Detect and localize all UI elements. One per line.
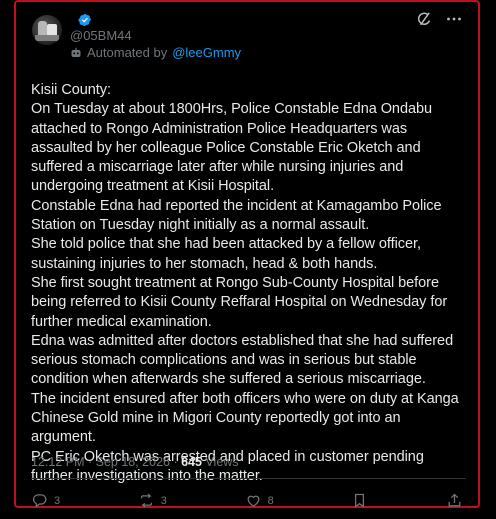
tweet-timestamp[interactable]: 12:12 PM · Sep 18, 2026 · — [31, 455, 181, 469]
avatar[interactable] — [32, 15, 62, 45]
reply-count: 3 — [54, 494, 61, 507]
like-button[interactable]: 8 — [245, 492, 274, 509]
author-handle[interactable]: @05BM44 — [70, 28, 132, 43]
divider — [31, 478, 466, 479]
display-name[interactable] — [70, 13, 72, 27]
bookmark-button[interactable] — [351, 492, 368, 509]
repost-icon — [140, 493, 152, 508]
reply-button[interactable]: 3 — [31, 492, 60, 509]
tweet-body: Kisii County: On Tuesday at about 1800Hr… — [31, 82, 459, 484]
header-actions — [416, 11, 462, 27]
automated-label: Automated by @leeGmmy — [70, 45, 241, 60]
bookmark-icon — [355, 493, 365, 508]
bot-icon — [71, 47, 81, 57]
like-icon — [247, 495, 260, 507]
verified-badge-icon — [78, 14, 91, 26]
automated-prefix: Automated by — [87, 45, 168, 60]
share-button[interactable] — [446, 492, 463, 509]
tweet-metadata: 12:12 PM · Sep 18, 2026 · 645 Views — [31, 455, 239, 469]
automated-by-link[interactable]: @leeGmmy — [172, 45, 241, 60]
repost-count: 3 — [160, 494, 167, 507]
more-icon[interactable] — [446, 11, 462, 27]
grok-icon[interactable] — [416, 11, 432, 27]
action-bar: 3 3 8 — [31, 492, 463, 509]
share-icon — [448, 493, 461, 507]
like-count: 8 — [267, 494, 274, 507]
views-label: Views — [201, 455, 239, 469]
author-name-row[interactable] — [70, 11, 92, 29]
repost-button[interactable]: 3 — [138, 492, 167, 509]
views-count: 645 — [181, 455, 202, 469]
reply-icon — [32, 494, 47, 508]
